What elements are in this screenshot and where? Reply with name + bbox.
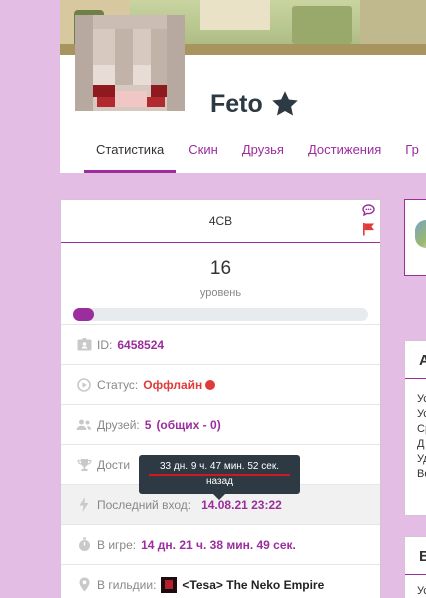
row-friends: Друзей: 5 (общих - 0) [61, 405, 380, 445]
side-line: Ср [417, 423, 426, 435]
side-line: Во [417, 468, 426, 480]
guild-name[interactable]: <Tesa> The Neko Empire [182, 578, 324, 592]
last-login-tooltip: 33 дн. 9 ч. 47 мин. 52 сек. назад [139, 455, 300, 500]
row-guild: В гильдии: <Tesa> The Neko Empire [61, 565, 380, 598]
side-avatar [415, 220, 426, 248]
flag-icon[interactable] [362, 222, 375, 236]
username: Feto [210, 89, 263, 118]
stats-card-header: 4CB [61, 200, 380, 243]
trophy-icon [76, 457, 92, 473]
row-status: Статус: Оффлайн [61, 365, 380, 405]
tab-groups[interactable]: Гр [393, 137, 426, 173]
tooltip-underline [149, 474, 290, 476]
tab-achievements[interactable]: Достижения [296, 137, 393, 173]
friends-count[interactable]: 5 [145, 418, 152, 432]
star-icon [270, 89, 300, 119]
stopwatch-icon [76, 537, 92, 553]
id-value: 6458524 [117, 337, 165, 352]
chat-icon[interactable] [362, 203, 375, 217]
side-card-more-title: В [405, 537, 426, 575]
bolt-icon [76, 497, 92, 513]
offline-dot [205, 379, 216, 390]
map-pin-icon [76, 577, 92, 593]
tooltip-duration: 33 дн. 9 ч. 47 мин. 52 сек. [160, 461, 279, 472]
level-number: 16 [209, 258, 232, 279]
side-line: Д [417, 438, 425, 450]
achievements-label: Дости [97, 457, 131, 472]
users-icon [76, 417, 92, 433]
last-login-label: Последний вход: [97, 497, 192, 512]
level-progress-bar [73, 308, 368, 321]
id-card-icon [76, 337, 92, 353]
id-label: ID: [97, 337, 113, 352]
row-id: ID: 6458524 [61, 325, 380, 365]
guild-emblem-icon [161, 576, 178, 593]
status-value: Оффлайн [143, 377, 203, 392]
card-code: 4CB [208, 214, 233, 228]
side-line: Ус [417, 393, 426, 405]
friends-common: (общих - 0) [156, 417, 221, 432]
friends-label: Друзей: [97, 417, 140, 432]
tab-friends[interactable]: Друзья [230, 137, 296, 173]
status-label: Статус: [97, 377, 139, 392]
side-card-more-line: Ус [417, 585, 426, 597]
username-row: Feto [210, 87, 300, 121]
guild-label: В гильдии: [97, 577, 157, 592]
side-card-friend[interactable] [404, 199, 426, 276]
level-progress-fill [73, 308, 94, 321]
tab-skin[interactable]: Скин [176, 137, 230, 173]
level-box: 16 уровень [61, 243, 380, 325]
side-line: Ус [417, 408, 426, 420]
stats-card: 4CB 16 уровень ID: 6458524 Статус: Оффла… [60, 199, 381, 598]
side-card-info-lines: Ус Ус Ср Д Уд Во [405, 379, 426, 482]
avatar [75, 15, 185, 111]
side-card-info-title: А [405, 341, 426, 379]
tab-statistics[interactable]: Статистика [84, 137, 177, 173]
ingame-label: В игре: [97, 537, 137, 552]
play-icon [76, 377, 92, 393]
side-card-info: А Ус Ус Ср Д Уд Во [404, 340, 426, 516]
side-line: Уд [417, 453, 426, 465]
ingame-value: 14 дн. 21 ч. 38 мин. 49 сек. [141, 537, 296, 552]
level-label: уровень [199, 287, 242, 299]
profile-tabs: Статистика Скин Друзья Достижения Гр [84, 137, 426, 173]
row-ingame: В игре: 14 дн. 21 ч. 38 мин. 49 сек. [61, 525, 380, 565]
side-card-more: В Ус [404, 536, 426, 598]
